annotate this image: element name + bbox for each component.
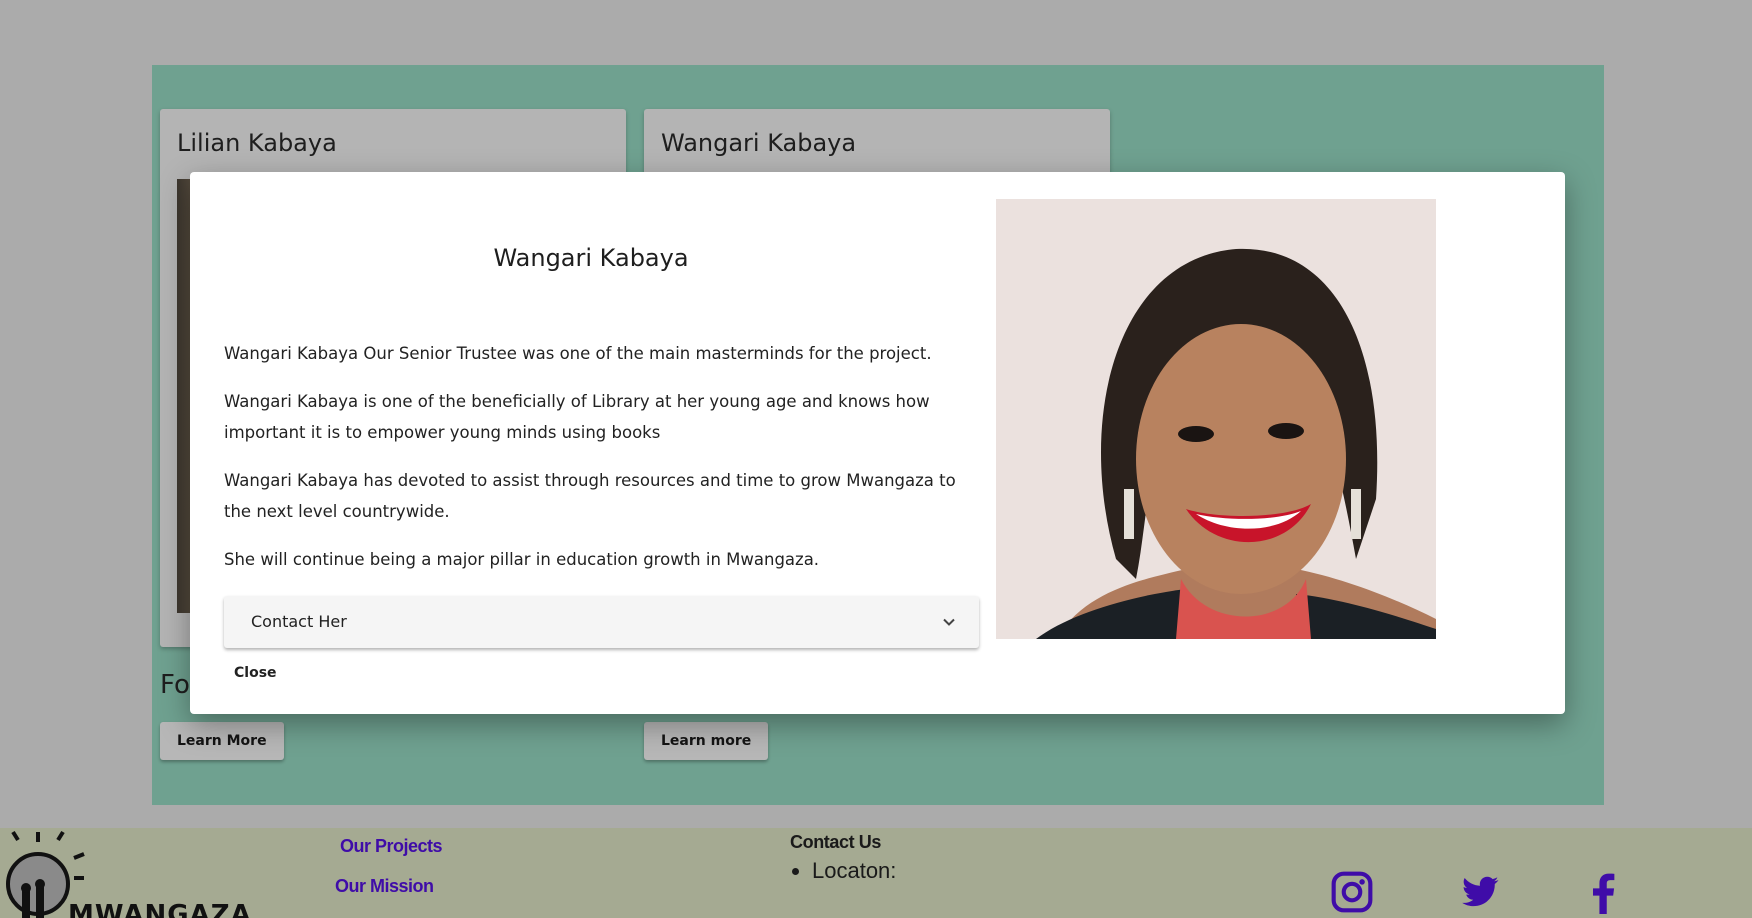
modal-paragraph: She will continue being a major pillar i… (224, 550, 820, 569)
close-button[interactable]: Close (224, 656, 287, 690)
accordion-label: Contact Her (251, 612, 347, 631)
modal-paragraph: Wangari Kabaya Our Senior Trustee was on… (224, 344, 932, 363)
modal-body: Wangari Kabaya Our Senior Trustee was on… (224, 338, 984, 592)
member-portrait (996, 199, 1436, 639)
portrait-image (996, 199, 1436, 639)
member-modal: Wangari Kabaya Wangari Kabaya Our Senior… (190, 172, 1565, 714)
modal-title: Wangari Kabaya (493, 244, 689, 272)
chevron-down-icon (943, 618, 955, 626)
contact-her-accordion[interactable]: Contact Her (224, 596, 979, 648)
modal-paragraph: Wangari Kabaya has devoted to assist thr… (224, 471, 956, 521)
modal-paragraph: Wangari Kabaya is one of the beneficiall… (224, 392, 930, 442)
